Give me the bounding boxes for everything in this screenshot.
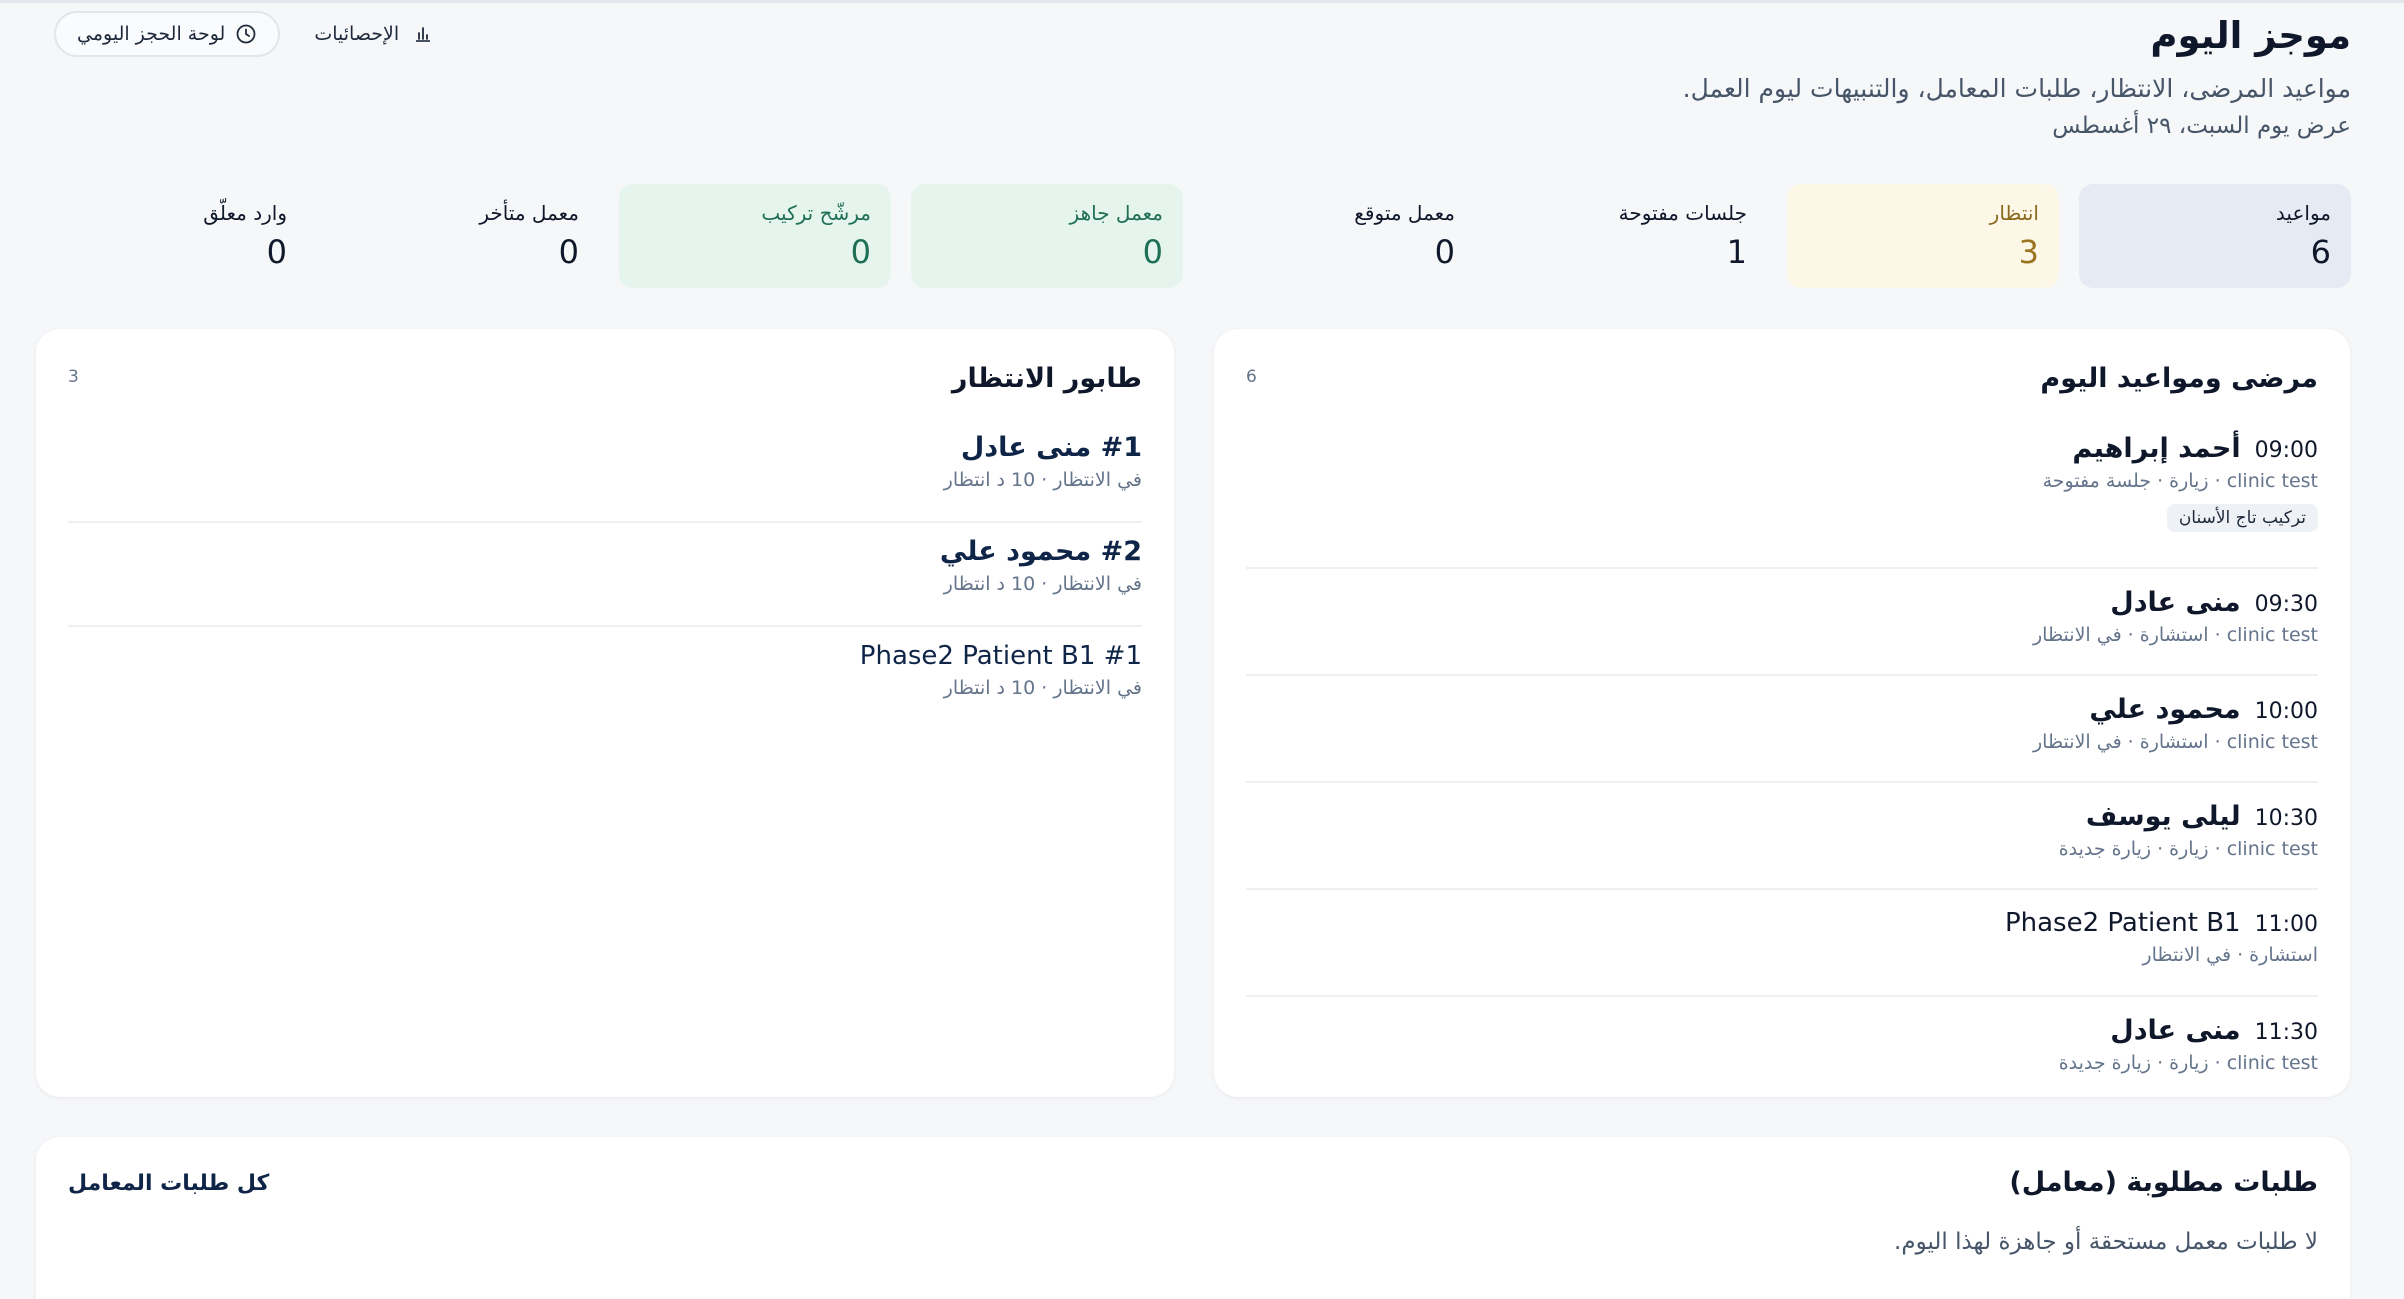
- appointment-meta: clinic test · استشارة · في الانتظار: [2033, 624, 2318, 646]
- queue-item[interactable]: #2 محمود علي في الانتظار · 10 د انتظار: [68, 523, 1142, 627]
- appointment-patient-name[interactable]: محمود علي: [2089, 694, 2240, 725]
- appointment-head: 10:30 ليلى يوسف: [1246, 801, 2318, 832]
- appointment-time: 09:30: [2254, 592, 2318, 617]
- appointment-item[interactable]: 09:30 منى عادل clinic test · استشارة · ف…: [1246, 569, 2318, 676]
- appointments-title: مرضى ومواعيد اليوم: [2040, 363, 2318, 394]
- page-date: عرض يوم السبت، ٢٩ أغسطس: [2052, 113, 2351, 139]
- stat-lab-ready: معمل جاهز 0: [911, 184, 1183, 288]
- appointment-item[interactable]: 10:30 ليلى يوسف clinic test · زيارة · زي…: [1246, 783, 2318, 890]
- stat-waiting: انتظار 3: [1787, 184, 2059, 288]
- appointment-head: 09:00 أحمد إبراهيم: [1246, 433, 2318, 464]
- appointment-time: 11:30: [2254, 1020, 2318, 1045]
- page-subtitle: مواعيد المرضى، الانتظار، طلبات المعامل، …: [1682, 74, 2351, 103]
- stat-pending-incoming: وارد معلّق 0: [35, 184, 307, 288]
- queue-meta: في الانتظار · 10 د انتظار: [943, 469, 1142, 491]
- appointment-patient-name[interactable]: منى عادل: [2110, 1015, 2240, 1046]
- statistics-label: الإحصائيات: [314, 23, 400, 45]
- appointment-item[interactable]: 10:00 محمود علي clinic test · استشارة · …: [1246, 676, 2318, 783]
- all-lab-requests-link[interactable]: كل طلبات المعامل: [68, 1171, 269, 1196]
- appointments-card: مرضى ومواعيد اليوم 6 09:00 أحمد إبراهيم …: [1214, 329, 2350, 1097]
- stat-lab-late: معمل متأخر 0: [327, 184, 599, 288]
- queue-meta: في الانتظار · 10 د انتظار: [943, 677, 1142, 699]
- queue-item[interactable]: Phase2 Patient B1 #1 في الانتظار · 10 د …: [68, 627, 1142, 731]
- stat-label: مرشّح تركيب: [761, 201, 871, 225]
- stat-value: 0: [850, 233, 871, 271]
- appointment-time: 11:00: [2254, 912, 2318, 937]
- stat-label: وارد معلّق: [203, 201, 287, 225]
- app-frame: موجز اليوم مواعيد المرضى، الانتظار، طلبا…: [0, 0, 2404, 1299]
- stat-value: 0: [558, 233, 579, 271]
- daily-board-button[interactable]: لوحة الحجز اليومي: [54, 11, 281, 57]
- appointment-time: 09:00: [2254, 438, 2318, 463]
- queue-count: 3: [68, 367, 79, 387]
- appointment-head: 10:00 محمود علي: [1246, 694, 2318, 725]
- lab-requests-card: طلبات مطلوبة (معامل) كل طلبات المعامل لا…: [36, 1137, 2350, 1299]
- lab-requests-empty-message: لا طلبات معمل مستحقة أو جاهزة لهذا اليوم…: [1894, 1229, 2318, 1255]
- stat-label: معمل متأخر: [479, 201, 579, 225]
- stat-value: 6: [2310, 233, 2331, 271]
- appointment-patient-name[interactable]: أحمد إبراهيم: [2072, 433, 2240, 464]
- stat-open-sessions: جلسات مفتوحة 1: [1495, 184, 1767, 288]
- stat-label: انتظار: [1989, 201, 2039, 225]
- stat-value: 0: [266, 233, 287, 271]
- appointment-patient-name[interactable]: منى عادل: [2110, 587, 2240, 618]
- stat-value: 0: [1142, 233, 1163, 271]
- stat-label: جلسات مفتوحة: [1618, 201, 1747, 225]
- queue-list: #1 منى عادل في الانتظار · 10 د انتظار #2…: [68, 419, 1142, 731]
- clock-icon: [235, 23, 257, 45]
- appointment-head: 11:00 Phase2 Patient B1: [1246, 908, 2318, 938]
- waiting-queue-card: طابور الانتظار 3 #1 منى عادل في الانتظار…: [36, 329, 1174, 1097]
- stat-label: معمل متوقع: [1354, 201, 1455, 225]
- stat-value: 3: [2018, 233, 2039, 271]
- appointment-head: 09:30 منى عادل: [1246, 587, 2318, 618]
- queue-meta: في الانتظار · 10 د انتظار: [943, 573, 1142, 595]
- stat-fitting-candidate: مرشّح تركيب 0: [619, 184, 891, 288]
- appointment-item[interactable]: 09:00 أحمد إبراهيم clinic test · زيارة ·…: [1246, 421, 2318, 569]
- page-title: موجز اليوم: [2150, 14, 2351, 57]
- appointment-meta: clinic test · استشارة · في الانتظار: [2033, 731, 2318, 753]
- queue-title: طابور الانتظار: [951, 363, 1142, 394]
- stat-label: مواعيد: [2275, 201, 2331, 225]
- appointment-item[interactable]: 11:00 Phase2 Patient B1 استشارة · في الا…: [1246, 890, 2318, 997]
- appointment-meta: clinic test · زيارة · جلسة مفتوحة: [2042, 470, 2318, 492]
- statistics-button[interactable]: الإحصائيات: [314, 23, 433, 45]
- header-actions: لوحة الحجز اليومي الإحصائيات: [54, 11, 433, 57]
- bar-chart-icon: [413, 24, 433, 44]
- stats-row: مواعيد 6 انتظار 3 جلسات مفتوحة 1 معمل مت…: [35, 184, 2351, 288]
- queue-patient-name[interactable]: Phase2 Patient B1 #1: [68, 637, 1142, 675]
- daily-board-label: لوحة الحجز اليومي: [77, 23, 226, 45]
- appointment-meta: استشارة · في الانتظار: [2142, 944, 2318, 966]
- appointment-item[interactable]: 11:30 منى عادل clinic test · زيارة · زيا…: [1246, 997, 2318, 1104]
- stat-value: 1: [1726, 233, 1747, 271]
- appointment-meta: clinic test · زيارة · زيارة جديدة: [2058, 838, 2318, 860]
- stat-appointments: مواعيد 6: [2079, 184, 2351, 288]
- appointments-list: 09:00 أحمد إبراهيم clinic test · زيارة ·…: [1246, 421, 2318, 1104]
- page-header: موجز اليوم مواعيد المرضى، الانتظار، طلبا…: [1683, 11, 2351, 143]
- queue-item[interactable]: #1 منى عادل في الانتظار · 10 د انتظار: [68, 419, 1142, 523]
- procedure-tag: تركيب تاج الأسنان: [2166, 504, 2318, 532]
- stat-lab-expected: معمل متوقع 0: [1203, 184, 1475, 288]
- stat-label: معمل جاهز: [1069, 201, 1163, 225]
- appointment-time: 10:00: [2254, 699, 2318, 724]
- appointments-count: 6: [1246, 367, 1257, 387]
- queue-patient-name[interactable]: #2 محمود علي: [68, 533, 1142, 571]
- appointment-meta: clinic test · زيارة · زيارة جديدة: [2058, 1052, 2318, 1074]
- queue-patient-name[interactable]: #1 منى عادل: [68, 429, 1142, 467]
- stat-value: 0: [1434, 233, 1455, 271]
- appointment-time: 10:30: [2254, 806, 2318, 831]
- lab-requests-title: طلبات مطلوبة (معامل): [2009, 1167, 2318, 1198]
- appointment-patient-name[interactable]: ليلى يوسف: [2086, 801, 2241, 832]
- appointment-patient-name[interactable]: Phase2 Patient B1: [2005, 908, 2241, 938]
- appointment-head: 11:30 منى عادل: [1246, 1015, 2318, 1046]
